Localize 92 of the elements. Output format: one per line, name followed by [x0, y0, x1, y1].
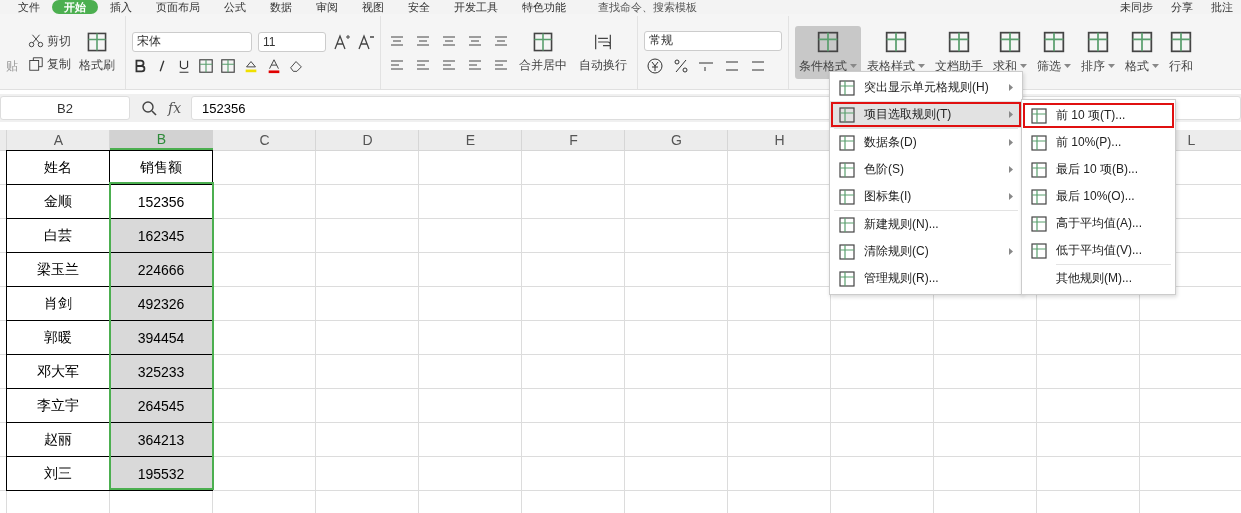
- ribbon-tab[interactable]: 页面布局: [144, 0, 212, 14]
- ribbon-tab[interactable]: 特色功能: [510, 0, 578, 14]
- percent-icon: [672, 56, 690, 75]
- number-format-field[interactable]: 常规: [644, 30, 782, 51]
- table-cell: 销售额: [109, 150, 213, 185]
- table-cell: 195532: [109, 456, 213, 491]
- copy-icon: [28, 56, 44, 72]
- table-cell: 364213: [109, 422, 213, 457]
- cut-button[interactable]: 剪切: [28, 32, 71, 50]
- rule-icon: [1030, 106, 1048, 125]
- function-button[interactable]: fx: [168, 100, 182, 116]
- rule-icon: [838, 242, 856, 261]
- menu-item[interactable]: 数据条(D): [830, 129, 1022, 156]
- menu-item[interactable]: 清除规则(C): [830, 238, 1022, 265]
- column-header[interactable]: G: [625, 130, 728, 150]
- table-cell: 325233: [109, 354, 213, 389]
- menu-item[interactable]: 项目选取规则(T): [830, 101, 1022, 128]
- table-cell: 姓名: [6, 150, 110, 185]
- column-header[interactable]: F: [522, 130, 625, 150]
- table-icon: [1130, 30, 1154, 54]
- scissors-icon: [28, 33, 44, 49]
- rule-icon: [838, 105, 856, 124]
- ribbon-button[interactable]: 行和: [1165, 26, 1197, 79]
- table-icon: [1169, 30, 1193, 54]
- menu-item[interactable]: 其他规则(M)...: [1022, 265, 1175, 292]
- currency-icon: [644, 56, 666, 75]
- column-header[interactable]: L: [1177, 130, 1241, 150]
- rule-icon: [1030, 187, 1048, 206]
- menu-item[interactable]: 色阶(S): [830, 156, 1022, 183]
- table-cell: 刘三: [6, 456, 110, 491]
- ribbon-tab[interactable]: 数据: [258, 0, 304, 14]
- rule-icon: [838, 215, 856, 234]
- menu-item[interactable]: 低于平均值(V)...: [1022, 237, 1175, 264]
- zoom-icon: [140, 99, 158, 117]
- border-icon: [198, 57, 214, 74]
- column-header[interactable]: C: [213, 130, 316, 150]
- column-header[interactable]: E: [419, 130, 522, 150]
- table-cell: 394454: [109, 320, 213, 355]
- menu-item[interactable]: 最后 10%(O)...: [1022, 183, 1175, 210]
- ribbon-button[interactable]: 筛选: [1033, 26, 1075, 79]
- ribbon-tab[interactable]: 开发工具: [442, 0, 510, 14]
- table-icon: [884, 30, 908, 54]
- menu-item[interactable]: 高于平均值(A)...: [1022, 210, 1175, 237]
- table-icon: [1042, 30, 1066, 54]
- toolbar-link[interactable]: 未同步: [1120, 0, 1153, 14]
- ribbon-button[interactable]: 排序: [1077, 26, 1119, 79]
- rule-icon: [1030, 160, 1048, 179]
- ribbon-button[interactable]: 条件格式: [795, 26, 861, 79]
- menu-item[interactable]: 管理规则(R)...: [830, 265, 1022, 292]
- rule-icon: [838, 133, 856, 152]
- ribbon-tab[interactable]: 文件: [6, 0, 52, 14]
- table-icon: [998, 30, 1022, 54]
- table-icon: [947, 30, 971, 54]
- ribbon-tab[interactable]: 审阅: [304, 0, 350, 14]
- ribbon-tab[interactable]: 视图: [350, 0, 396, 14]
- table-cell: 224666: [109, 252, 213, 287]
- rule-icon: [1030, 241, 1048, 260]
- rule-icon: [1030, 214, 1048, 233]
- format-painter-button[interactable]: 格式刷: [75, 27, 119, 78]
- table-cell: 264545: [109, 388, 213, 423]
- toolbar-link[interactable]: 批注: [1211, 0, 1233, 14]
- ribbon-tab[interactable]: 公式: [212, 0, 258, 14]
- wrap-text-button[interactable]: 自动换行: [575, 27, 631, 78]
- ribbon-button[interactable]: 格式: [1121, 26, 1163, 79]
- ribbon-tab[interactable]: 安全: [396, 0, 442, 14]
- rule-icon: [838, 269, 856, 288]
- column-header[interactable]: H: [728, 130, 831, 150]
- name-box[interactable]: B2: [0, 96, 130, 120]
- menu-item[interactable]: 图标集(I): [830, 183, 1022, 210]
- table-cell: 162345: [109, 218, 213, 253]
- merge-center-button[interactable]: 合并居中: [515, 27, 571, 78]
- menu-item[interactable]: 新建规则(N)...: [830, 211, 1022, 238]
- copy-button[interactable]: 复制: [28, 55, 71, 73]
- menu-item[interactable]: 最后 10 项(B)...: [1022, 156, 1175, 183]
- rule-icon: [838, 160, 856, 179]
- font-color-icon: [266, 57, 282, 74]
- rule-icon: [838, 78, 856, 97]
- shrink-font-icon: [356, 32, 374, 51]
- toolbar-link[interactable]: 分享: [1171, 0, 1193, 14]
- table-cell: 492326: [109, 286, 213, 321]
- column-header[interactable]: A: [7, 130, 110, 150]
- menu-item[interactable]: 前 10%(P)...: [1022, 129, 1175, 156]
- ribbon-tab[interactable]: 插入: [98, 0, 144, 14]
- grow-font-icon: [332, 32, 350, 51]
- rule-icon: [1030, 133, 1048, 152]
- font-name-field[interactable]: 宋体: [132, 31, 252, 52]
- table-icon: [816, 30, 840, 54]
- rule-icon: [838, 187, 856, 206]
- column-header[interactable]: D: [316, 130, 419, 150]
- table-icon: [1086, 30, 1110, 54]
- command-search[interactable]: 查找命令、搜索模板: [598, 0, 697, 14]
- font-size-field[interactable]: 11: [258, 31, 326, 52]
